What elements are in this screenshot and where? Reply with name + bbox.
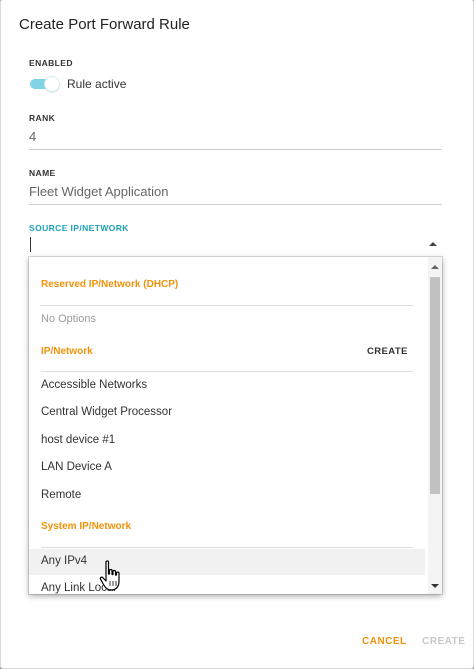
create-ip-network-button[interactable]: CREATE: [367, 346, 408, 357]
source-ip-dropdown[interactable]: Reserved IP/Network (DHCP) No Options IP…: [29, 257, 442, 594]
option-remote[interactable]: Remote: [29, 483, 425, 509]
rank-underline: [29, 149, 442, 150]
create-port-forward-dialog: Create Port Forward Rule ENABLED Rule ac…: [1, 0, 473, 668]
option-central-widget-processor[interactable]: Central Widget Processor: [29, 400, 425, 426]
divider: [41, 547, 413, 548]
option-host-device-1[interactable]: host device #1: [29, 428, 425, 454]
enabled-label: ENABLED: [29, 58, 73, 68]
source-ip-label: SOURCE IP/NETWORK: [29, 223, 129, 233]
group-reserved-dhcp: Reserved IP/Network (DHCP): [41, 279, 179, 290]
option-accessible-networks[interactable]: Accessible Networks: [29, 373, 425, 399]
cancel-button[interactable]: CANCEL: [362, 636, 407, 647]
dialog-title: Create Port Forward Rule: [19, 16, 190, 33]
scroll-thumb[interactable]: [430, 277, 440, 494]
source-ip-input[interactable]: [30, 237, 31, 252]
group-system-ip-network: System IP/Network: [41, 521, 132, 532]
rank-label: RANK: [29, 113, 56, 123]
name-label: NAME: [29, 168, 56, 178]
rank-input[interactable]: 4: [29, 129, 36, 144]
scroll-up-arrow-icon[interactable]: [431, 265, 439, 269]
name-input[interactable]: Fleet Widget Application: [29, 184, 168, 199]
rule-active-toggle[interactable]: [30, 77, 59, 91]
dropdown-scrollbar[interactable]: [428, 257, 442, 594]
rule-active-label[interactable]: Rule active: [67, 77, 126, 91]
group-ip-network: IP/Network: [41, 346, 93, 357]
option-any-ipv4[interactable]: Any IPv4: [29, 549, 425, 575]
create-button[interactable]: CREATE: [422, 636, 465, 647]
option-any-link-local[interactable]: Any Link Local: [29, 576, 425, 594]
divider: [41, 371, 413, 372]
toggle-knob[interactable]: [45, 77, 59, 91]
scroll-down-arrow-icon[interactable]: [431, 584, 439, 588]
dropdown-collapse-icon[interactable]: [429, 242, 437, 246]
hand-pointer-icon: [99, 560, 120, 591]
no-options-text: No Options: [41, 313, 97, 325]
name-underline: [29, 204, 442, 205]
option-lan-device-a[interactable]: LAN Device A: [29, 455, 425, 481]
divider: [41, 305, 413, 306]
